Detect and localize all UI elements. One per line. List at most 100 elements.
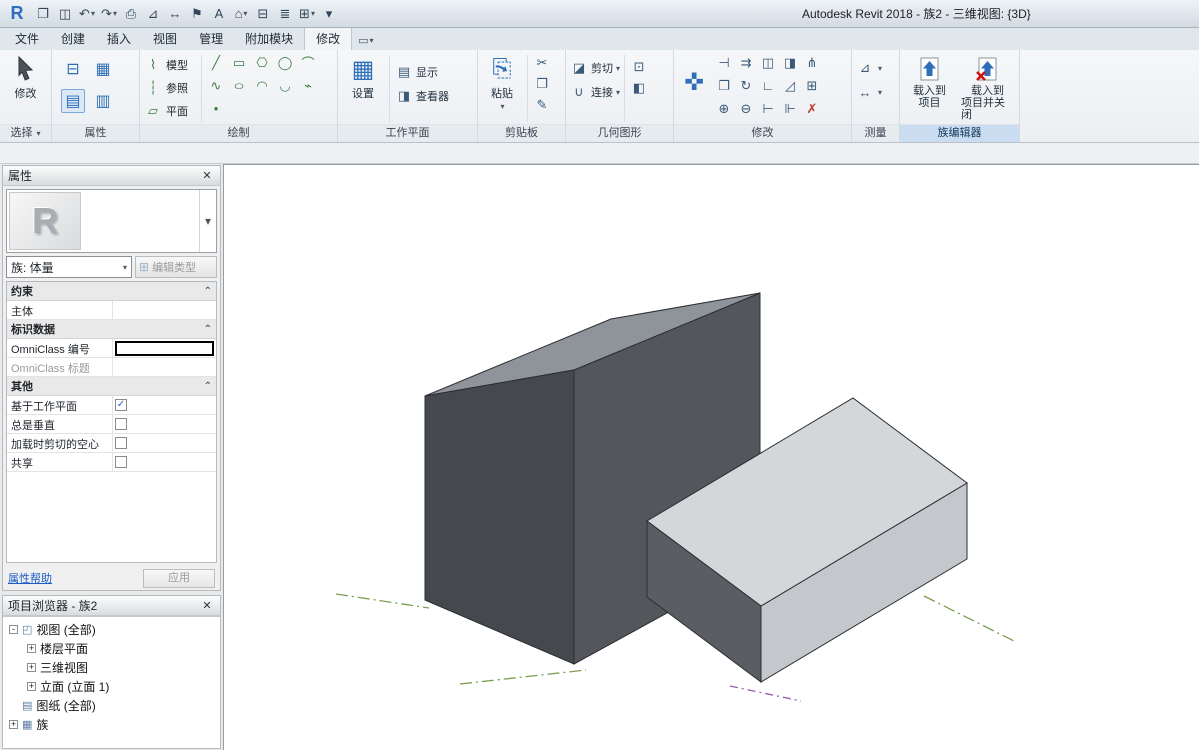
split-element-icon[interactable]: ⋔ (802, 53, 822, 72)
workplane-based-checkbox[interactable]: ✓ (115, 399, 127, 411)
spline-tool-icon[interactable]: ∿ (206, 76, 226, 95)
app-menu-button[interactable]: R (2, 1, 32, 27)
measure-tool-button[interactable]: ⊿▾ (855, 57, 882, 79)
redo-button[interactable]: ↷▾ (98, 3, 120, 25)
reference-line-toggle[interactable]: ┆参照 (143, 76, 197, 99)
circle-tool-icon[interactable]: ◯ (275, 53, 295, 72)
tall-mass-front-face[interactable] (425, 370, 574, 664)
property-row-always-vertical[interactable]: 总是垂直 (7, 415, 216, 434)
properties-header[interactable]: 属性 ✕ (3, 166, 220, 186)
property-row-omniclass-number[interactable]: OmniClass 编号 (7, 339, 216, 358)
tree-item-views[interactable]: - ◰ 视图 (全部) (3, 620, 220, 639)
copy-element-icon[interactable]: ❐ (714, 76, 734, 95)
paste-button[interactable]: ⎘ 粘贴 ▾ (481, 53, 523, 112)
tree-item-sheets[interactable]: ▤ 图纸 (全部) (3, 696, 220, 715)
panel-label-family-editor[interactable]: 族编辑器 (900, 124, 1019, 142)
panel-label-workplane[interactable]: 工作平面 (338, 124, 477, 142)
close-icon[interactable]: ✕ (199, 599, 215, 612)
omniclass-number-input[interactable] (115, 341, 214, 356)
thin-lines-button[interactable]: ≣ (274, 3, 296, 25)
tree-item-floor-plans[interactable]: + 楼层平面 (3, 639, 220, 658)
pin-icon[interactable]: ⊕ (714, 99, 734, 118)
trim-multiple-icon[interactable]: ⊩ (780, 99, 800, 118)
property-row-workplane-based[interactable]: 基于工作平面 ✓ (7, 396, 216, 415)
save-button[interactable]: ◫ (54, 3, 76, 25)
apply-button[interactable]: 应用 (143, 569, 215, 588)
panel-label-properties[interactable]: 属性 (52, 124, 139, 142)
property-row-cut-voids[interactable]: 加载时剪切的空心 (7, 434, 216, 453)
switch-windows-button[interactable]: ⊞▾ (296, 3, 318, 25)
delete-icon[interactable]: ✗ (802, 99, 822, 118)
print-button[interactable]: ⎙ (120, 3, 142, 25)
ribbon-display-toggle[interactable]: ▭ ▾ (352, 31, 379, 50)
polygon-tool-icon[interactable]: ⎔ (252, 53, 272, 72)
panel-label-clipboard[interactable]: 剪贴板 (478, 124, 565, 142)
join-geometry-button[interactable]: ∪连接▾ (569, 81, 620, 103)
mirror-draw-axis-icon[interactable]: ◨ (780, 53, 800, 72)
edit-type-button[interactable]: ⊞ 编辑类型 (135, 256, 217, 278)
measure-button[interactable]: ⊿ (142, 3, 164, 25)
geometry-options-icon[interactable]: ◧ (629, 78, 649, 97)
rectangle-tool-icon[interactable]: ▭ (229, 53, 249, 72)
aligned-dimension-button[interactable]: ↔ (164, 3, 186, 25)
panel-label-geometry[interactable]: 几何图形 (566, 124, 673, 142)
show-workplane-button[interactable]: ▤显示 (394, 61, 449, 83)
tab-file[interactable]: 文件 (4, 27, 50, 50)
fillet-arc-tool-icon[interactable]: ⌒ (298, 53, 318, 72)
trim-single-icon[interactable]: ⊢ (758, 99, 778, 118)
tree-item-elevations[interactable]: + 立面 (立面 1) (3, 677, 220, 696)
family-category-icon[interactable]: ⊟ (61, 57, 85, 81)
copy-icon[interactable]: ❐ (532, 74, 552, 93)
tangent-arc-tool-icon[interactable]: ◡ (275, 76, 295, 95)
property-value[interactable] (113, 358, 216, 376)
drawing-area-3d-view[interactable] (223, 164, 1199, 750)
dimension-tool-button[interactable]: ↔▾ (855, 81, 882, 103)
reference-plane-line[interactable] (924, 596, 1016, 642)
expander-icon[interactable]: + (27, 644, 36, 653)
expander-icon[interactable]: - (9, 625, 18, 634)
property-row-omniclass-title[interactable]: OmniClass 标题 (7, 358, 216, 377)
modify-tool-button[interactable]: 修改 (13, 53, 39, 102)
panel-label-measure[interactable]: 测量 (852, 124, 899, 142)
load-into-project-and-close-button[interactable]: 载入到 项目并关闭 (959, 53, 1016, 122)
section-constraints[interactable]: 约束 ⌃ (7, 282, 216, 301)
project-browser-header[interactable]: 项目浏览器 - 族2 ✕ (3, 596, 220, 616)
move-button[interactable]: ✜ (677, 53, 711, 98)
section-other[interactable]: 其他 ⌃ (7, 377, 216, 396)
point-tool-icon[interactable]: • (206, 99, 226, 118)
properties-palette-icon[interactable]: ▤ (61, 89, 85, 113)
customize-qat-button[interactable]: ▾ (318, 3, 340, 25)
tab-manage[interactable]: 管理 (188, 27, 234, 50)
open-button[interactable]: ❐ (32, 3, 54, 25)
ellipse-tool-icon[interactable]: ○ (233, 78, 244, 93)
line-tool-icon[interactable]: ╱ (206, 53, 226, 72)
reference-line-purple[interactable] (730, 686, 801, 701)
expander-icon[interactable]: + (27, 682, 36, 691)
model-line-toggle[interactable]: ⌇模型 (143, 53, 197, 76)
tab-create[interactable]: 创建 (50, 27, 96, 50)
section-button[interactable]: ⊟ (252, 3, 274, 25)
undo-button[interactable]: ↶▾ (76, 3, 98, 25)
family-types-icon[interactable]: ▦ (91, 57, 115, 81)
solid-forms-icon[interactable]: ⊡ (629, 57, 649, 76)
match-type-icon[interactable]: ✎ (532, 95, 552, 114)
tab-modify[interactable]: 修改 (304, 26, 352, 50)
unpin-icon[interactable]: ⊖ (736, 99, 756, 118)
tree-item-families[interactable]: + ▦ 族 (3, 715, 220, 734)
cut-icon[interactable]: ✂ (532, 53, 552, 72)
type-selector-dropdown[interactable]: ▾ (199, 190, 216, 252)
properties-help-link[interactable]: 属性帮助 (8, 570, 143, 586)
panel-label-select[interactable]: 选择 ▾ (0, 124, 51, 142)
panel-label-draw[interactable]: 绘制 (140, 124, 337, 142)
section-identity-data[interactable]: 标识数据 ⌃ (7, 320, 216, 339)
pick-lines-tool-icon[interactable]: ⌁ (298, 76, 318, 95)
family-combo[interactable]: 族: 体量 ▾ (6, 256, 132, 278)
close-icon[interactable]: ✕ (199, 169, 215, 182)
tab-insert[interactable]: 插入 (96, 27, 142, 50)
expander-icon[interactable]: + (27, 663, 36, 672)
reference-plane-toggle[interactable]: ▱平面 (143, 99, 197, 122)
tab-add-ins[interactable]: 附加模块 (234, 27, 304, 50)
array-icon[interactable]: ⊞ (802, 76, 822, 95)
load-into-project-button[interactable]: 载入到 项目 (903, 53, 956, 110)
property-value[interactable] (113, 301, 216, 319)
